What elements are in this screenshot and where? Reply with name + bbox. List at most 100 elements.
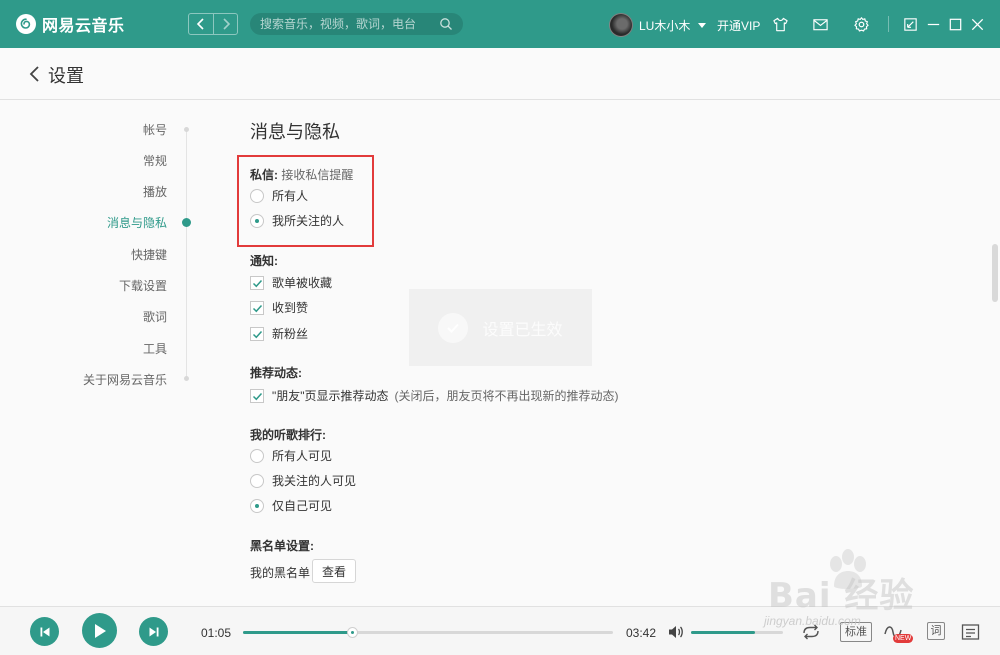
checkbox-new-follower[interactable]: 新粉丝 (250, 325, 308, 342)
option-note: (关闭后，朋友页将不再出现新的推荐动态) (394, 389, 619, 403)
sidenav-item-download[interactable]: 下载设置 (119, 277, 167, 294)
checkbox[interactable] (250, 326, 264, 341)
next-icon (149, 627, 158, 636)
checkbox-show-recommend[interactable]: "朋友"页显示推荐动态 (关闭后，朋友页将不再出现新的推荐动态) (250, 387, 619, 404)
maximize-icon (949, 18, 961, 30)
check-icon (252, 392, 263, 400)
caret-down-icon[interactable] (698, 22, 707, 28)
skin-button[interactable] (771, 15, 789, 33)
notification-label: 通知: (250, 254, 278, 268)
blacklist-item-label: 我的黑名单 (250, 566, 311, 580)
blacklist-label: 黑名单设置: (250, 539, 314, 553)
history-nav (188, 13, 238, 35)
forward-nav-button[interactable] (213, 14, 237, 34)
sidenav-item-shortcuts[interactable]: 快捷键 (131, 246, 167, 263)
volume-slider[interactable] (691, 631, 783, 634)
next-track-button[interactable] (139, 617, 168, 646)
sidenav-timeline (186, 128, 187, 380)
play-button[interactable] (82, 613, 117, 648)
settings-back-button[interactable] (26, 64, 46, 84)
sidenav-item-privacy[interactable]: 消息与隐私 (107, 214, 167, 231)
app-name: 网易云音乐 (42, 18, 125, 35)
option-label: 新粉丝 (272, 327, 309, 341)
checkbox[interactable] (250, 388, 264, 403)
close-icon (971, 18, 983, 30)
section-title: 消息与隐私 (250, 122, 340, 142)
play-icon (94, 623, 106, 638)
view-blacklist-button[interactable]: 查看 (312, 559, 356, 583)
play-mode-button[interactable] (801, 622, 821, 642)
settings-content: 消息与隐私 私信: 接收私信提醒 所有人 我所关注的人 通知: 歌单被收藏 收到… (200, 100, 990, 605)
sidenav-dot (184, 127, 189, 132)
sidenav-active-dot (182, 218, 191, 227)
netease-logo-icon (16, 14, 36, 34)
ranking-label: 我的听歌排行: (250, 428, 326, 442)
option-label: 仅自己可见 (272, 499, 333, 513)
sidenav-item-tools[interactable]: 工具 (143, 340, 167, 357)
option-label: 歌单被收藏 (272, 276, 333, 290)
sidenav-item-about[interactable]: 关于网易云音乐 (83, 371, 167, 388)
minimize-icon (927, 23, 939, 25)
settings-button[interactable] (852, 15, 870, 33)
open-vip-link[interactable]: 开通VIP (717, 17, 760, 34)
mail-icon (812, 18, 828, 30)
chevron-left-icon (196, 18, 204, 30)
username[interactable]: LU木小木 (639, 17, 690, 34)
radio-ranking-following[interactable]: 我关注的人可见 (250, 472, 356, 489)
volume-icon[interactable] (667, 624, 685, 640)
sidenav-item-lyrics[interactable]: 歌词 (143, 308, 167, 325)
checkbox-playlist-collected[interactable]: 歌单被收藏 (250, 274, 332, 291)
radio-button-selected[interactable] (250, 498, 264, 513)
checkbox[interactable] (250, 300, 264, 315)
back-nav-button[interactable] (189, 14, 213, 34)
minimize-button[interactable] (924, 15, 942, 33)
radio-button[interactable] (250, 448, 264, 463)
checkbox-received-like[interactable]: 收到赞 (250, 299, 308, 316)
radio-button[interactable] (250, 473, 264, 488)
check-icon (252, 330, 263, 338)
avatar[interactable] (609, 13, 633, 37)
content-scrollbar[interactable] (992, 244, 998, 302)
chevron-left-icon (29, 66, 39, 82)
radio-ranking-everyone[interactable]: 所有人可见 (250, 447, 332, 464)
user-menu[interactable]: LU木小木 (609, 13, 707, 37)
loop-icon (803, 624, 819, 640)
recommend-label: 推荐动态: (250, 366, 302, 380)
option-label: 所有人可见 (272, 449, 333, 463)
progress-fill (243, 631, 352, 634)
playlist-button[interactable] (961, 622, 981, 642)
maximize-button[interactable] (946, 15, 964, 33)
gear-icon (853, 16, 869, 32)
window-controls-divider (888, 16, 889, 32)
settings-saved-toast: 设置已生效 (409, 289, 592, 366)
mini-mode-button[interactable] (901, 15, 919, 33)
option-label: "朋友"页显示推荐动态 (272, 389, 389, 403)
search-box[interactable] (250, 13, 463, 35)
desktop-lyric-button[interactable]: 词 (927, 622, 945, 640)
sidenav-item-account[interactable]: 帐号 (143, 121, 167, 138)
previous-track-button[interactable] (30, 617, 59, 646)
highlight-annotation-box (237, 155, 374, 247)
quality-button[interactable]: 标准 (840, 622, 872, 642)
sidenav-item-playback[interactable]: 播放 (143, 183, 167, 200)
app-logo[interactable]: 网易云音乐 (16, 12, 125, 36)
option-label: 收到赞 (272, 301, 309, 315)
page-header: 设置 (0, 48, 1000, 100)
toast-text: 设置已生效 (482, 321, 563, 339)
total-time: 03:42 (626, 626, 657, 640)
radio-ranking-self[interactable]: 仅自己可见 (250, 497, 332, 514)
progress-knob[interactable] (346, 627, 358, 638)
check-icon (252, 279, 263, 287)
sidenav-item-general[interactable]: 常规 (143, 152, 167, 169)
progress-bar[interactable] (243, 627, 613, 638)
playlist-icon (961, 624, 980, 640)
close-button[interactable] (968, 15, 986, 33)
previous-icon (40, 627, 49, 636)
volume-fill (691, 631, 756, 634)
current-time: 01:05 (201, 626, 232, 640)
top-bar: 网易云音乐 LU木小木 开通VIP (0, 0, 1000, 48)
search-input[interactable] (260, 17, 439, 31)
checkbox[interactable] (250, 275, 264, 290)
search-icon[interactable] (439, 17, 453, 31)
messages-button[interactable] (811, 15, 829, 33)
